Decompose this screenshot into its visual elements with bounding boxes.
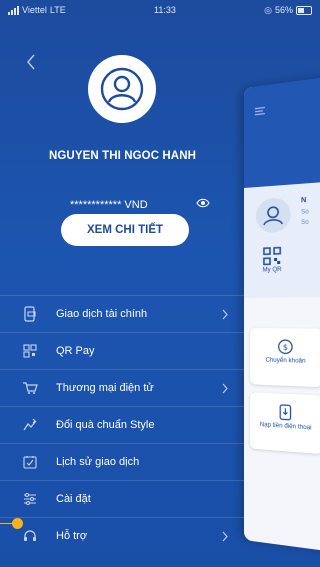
qr-code-icon [263,247,281,266]
menu-label: Đổi quà chuẩn Style [56,419,155,431]
phone-topup-icon [279,404,291,421]
chevron-right-icon [222,531,228,541]
svg-text:$: $ [283,343,288,352]
support-icon [22,528,38,544]
touch-indicator [12,518,23,529]
panel-user-area [244,181,320,298]
menu-icon [254,105,266,117]
menu-item-rewards[interactable]: Đổi quà chuẩn Style [0,406,245,443]
masked-balance: ************ VND [70,199,148,211]
status-bar: Viettel LTE 11:33 ◎ 56% [0,0,320,20]
battery-icon [296,5,312,15]
phone-topup-card[interactable]: Nạp tiền điện thoại [249,392,320,455]
chevron-right-icon [222,383,228,393]
back-chevron-icon[interactable] [26,53,36,71]
my-qr-label: My QR [262,266,282,274]
wallet-phone-icon [22,306,38,322]
menu-item-support[interactable]: Hỗ trợ [0,517,245,554]
background-app-panel[interactable]: N So So My QR $ Chuyển khoản Nạp tiền đi… [244,75,320,553]
transfer-icon: $ [277,338,294,355]
history-icon [22,454,38,470]
menu-label: QR Pay [56,345,95,357]
alarm-icon: ◎ [264,4,272,15]
menu-item-financial-transactions[interactable]: Giao dịch tài chính [0,295,245,332]
my-qr-button[interactable]: My QR [252,246,293,274]
view-details-button[interactable]: XEM CHI TIẾT [61,214,189,246]
menu-item-transaction-history[interactable]: Lịch sử giao dịch [0,443,245,480]
status-time: 11:33 [153,5,176,15]
transfer-card[interactable]: $ Chuyển khoản [249,328,320,388]
network-type: LTE [49,5,66,15]
qr-code-icon [22,343,38,359]
gift-icon [22,417,38,433]
menu-item-settings[interactable]: Cài đặt [0,480,245,517]
user-name: NGUYEN THI NGOC HANH [48,150,197,162]
signal-icon [8,5,19,15]
eye-icon[interactable] [196,198,210,208]
avatar[interactable] [88,55,156,123]
status-right: ◎ 56% [264,5,312,16]
menu-label: Giao dịch tài chính [56,308,148,320]
phone-topup-label: Nạp tiền điện thoại [259,421,312,432]
panel-user-initial: N [300,196,307,205]
carrier-name: Viettel [22,5,47,15]
status-left: Viettel LTE [8,5,66,15]
user-avatar-icon [100,67,144,111]
menu-label: Lịch sử giao dịch [56,456,140,468]
transfer-label: Chuyển khoản [265,357,306,365]
menu-label: Cài đặt [56,493,91,505]
panel-user-line2: So [300,209,309,216]
side-menu: Giao dịch tài chính QR Pay Thương mại đi… [0,295,245,554]
settings-sliders-icon [22,491,38,507]
battery-percent: 56% [274,5,293,15]
chevron-right-icon [222,309,228,319]
panel-header [244,75,320,188]
menu-item-qr-pay[interactable]: QR Pay [0,332,245,369]
panel-user-line3: So [300,219,309,227]
menu-label: Thương mại điện tử [56,382,154,394]
menu-label: Hỗ trợ [56,530,88,542]
shopping-cart-icon [22,380,38,396]
menu-item-ecommerce[interactable]: Thương mại điện tử [0,369,245,406]
